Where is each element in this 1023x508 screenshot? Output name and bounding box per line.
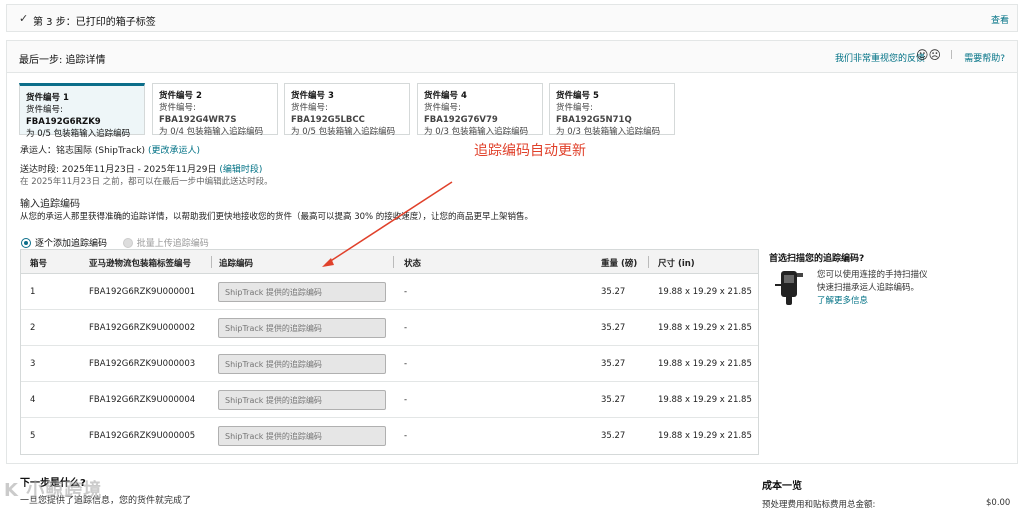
size: 19.88 x 19.29 x 21.85 (658, 323, 752, 333)
box-number: 2 (30, 323, 36, 333)
label-id: FBA192G6RZK9U000001 (89, 287, 196, 297)
shipment-id-line: 货件编号: FBA192G76V79 (424, 103, 498, 125)
table-row: 1 FBA192G6RZK9U000001 - 35.27 19.88 x 19… (21, 274, 758, 310)
header-status: 状态 (404, 259, 422, 269)
shipment-id-line: 货件编号: FBA192G5LBCC (291, 103, 365, 125)
box-number: 1 (30, 287, 36, 297)
cost-summary-title: 成本一览 (762, 481, 802, 492)
divider: | (949, 50, 953, 60)
weight: 35.27 (601, 359, 626, 369)
size: 19.88 x 19.29 x 21.85 (658, 287, 752, 297)
tracking-description: 从您的承运人那里获得准确的追踪详情，以帮助我们更快地接收您的货件（最高可以提高 … (20, 212, 534, 222)
status: - (404, 359, 408, 369)
tracking-input[interactable] (218, 282, 386, 302)
entry-mode-options: 逐个添加追踪编码 批量上传追踪编码 (21, 236, 209, 249)
shipment-status: 为 0/4 包装箱输入追踪编码 (159, 127, 264, 137)
panel-header: 最后一步: 追踪详情 我们非常重视您的反馈 ☺☹ | 需要帮助? (7, 41, 1017, 73)
scanner-text: 您可以使用连接的手持扫描仪 快速扫描承运人追踪编码。 了解更多信息 (817, 270, 928, 308)
shipment-label: 货件编号 2 (159, 91, 202, 101)
weight: 35.27 (601, 431, 626, 441)
box-number: 5 (30, 431, 36, 441)
change-carrier-link[interactable]: (更改承运人) (148, 146, 200, 156)
feedback-link[interactable]: 我们非常重视您的反馈 (835, 51, 925, 64)
radio-bulk (122, 238, 133, 248)
scanner-title: 首选扫描您的追踪编码? (769, 254, 865, 264)
tracking-input[interactable] (218, 354, 386, 374)
header-weight: 重量 (磅) (601, 259, 638, 269)
radio-individual[interactable] (21, 238, 31, 248)
label-id: FBA192G6RZK9U000005 (89, 431, 196, 441)
shipment-id-line: 货件编号: FBA192G4WR7S (159, 103, 237, 125)
shipment-label: 货件编号 1 (26, 93, 69, 103)
shipment-label: 货件编号 3 (291, 91, 334, 101)
shipment-tab-3[interactable]: 货件编号 3 货件编号: FBA192G5LBCC 为 0/5 包装箱输入追踪编… (284, 83, 410, 137)
checkmark-icon: ✓ (19, 12, 29, 25)
delivery-note: 在 2025年11月23日 之前，都可以在最后一步中编辑此送达时段。 (20, 177, 273, 187)
table-header: 箱号 亚马逊物流包装箱标签编号 追踪编码 状态 重量 (磅) 尺寸 (in) (21, 250, 758, 274)
table-row: 2 FBA192G6RZK9U000002 - 35.27 19.88 x 19… (21, 310, 758, 346)
header-divider (648, 256, 649, 268)
table-row: 5 FBA192G6RZK9U000005 - 35.27 19.88 x 19… (21, 418, 758, 454)
weight: 35.27 (601, 323, 626, 333)
weight: 35.27 (601, 287, 626, 297)
size: 19.88 x 19.29 x 21.85 (658, 359, 752, 369)
scanner-help: 首选扫描您的追踪编码? 您可以使用连接的手持扫描仪 快速扫描承运人追踪编码。 了… (769, 249, 1009, 309)
label-id: FBA192G6RZK9U000003 (89, 359, 196, 369)
tracking-title: 输入追踪编码 (20, 199, 80, 210)
learn-more-link[interactable]: 了解更多信息 (817, 295, 928, 308)
prep-fee-amount: $0.00 (986, 498, 1011, 508)
annotation-text: 追踪编码自动更新 (474, 143, 586, 159)
table-row: 3 FBA192G6RZK9U000003 - 35.27 19.88 x 19… (21, 346, 758, 382)
size: 19.88 x 19.29 x 21.85 (658, 431, 752, 441)
shipment-id-line: 货件编号: FBA192G6RZK9 (26, 105, 101, 127)
barcode-scanner-icon (775, 271, 803, 305)
header-divider (211, 256, 212, 268)
shipment-tab-4[interactable]: 货件编号 4 货件编号: FBA192G76V79 为 0/3 包装箱输入追踪编… (417, 83, 543, 137)
status: - (404, 323, 408, 333)
option-individual-label: 逐个添加追踪编码 (35, 239, 108, 249)
box-number: 3 (30, 359, 36, 369)
shipment-label: 货件编号 4 (424, 91, 467, 101)
tracking-input[interactable] (218, 426, 386, 446)
tracking-input[interactable] (218, 318, 386, 338)
step3-title: 第 3 步：已打印的箱子标签 (33, 17, 156, 28)
delivery-window-line: 送达时段: 2025年11月23日 - 2025年11月29日 (编辑时段) (20, 165, 263, 175)
feedback-faces-icon[interactable]: ☺☹ (916, 48, 941, 62)
status: - (404, 431, 408, 441)
step3-bar: ✓ 第 3 步：已打印的箱子标签 查看 (6, 4, 1018, 32)
shipment-id-line: 货件编号: FBA192G5N71Q (556, 103, 632, 125)
header-divider (393, 256, 394, 268)
prep-fee-label: 预处理费用和贴标费用总金额: (762, 500, 876, 508)
help-link[interactable]: 需要帮助? (964, 51, 1005, 64)
label-id: FBA192G6RZK9U000002 (89, 323, 196, 333)
header-box: 箱号 (30, 259, 48, 269)
option-bulk-label: 批量上传追踪编码 (136, 239, 209, 249)
shipment-tab-1[interactable]: 货件编号 1 货件编号: FBA192G6RZK9 为 0/5 包装箱输入追踪编… (19, 83, 145, 139)
edit-window-link[interactable]: (编辑时段) (219, 165, 262, 175)
header-size: 尺寸 (in) (658, 259, 695, 269)
final-step-panel: 最后一步: 追踪详情 我们非常重视您的反馈 ☺☹ | 需要帮助? 货件编号 1 … (6, 40, 1018, 464)
status: - (404, 395, 408, 405)
tracking-input[interactable] (218, 390, 386, 410)
shipment-status: 为 0/5 包装箱输入追踪编码 (26, 129, 131, 139)
status: - (404, 287, 408, 297)
shipment-tab-2[interactable]: 货件编号 2 货件编号: FBA192G4WR7S 为 0/4 包装箱输入追踪编… (152, 83, 278, 137)
carrier-line: 承运人：铭志国际 (ShipTrack) (更改承运人) (20, 146, 200, 156)
shipment-status: 为 0/5 包装箱输入追踪编码 (291, 127, 396, 137)
header-tracking: 追踪编码 (219, 259, 254, 269)
shipment-tab-5[interactable]: 货件编号 5 货件编号: FBA192G5N71Q 为 0/3 包装箱输入追踪编… (549, 83, 675, 137)
label-id: FBA192G6RZK9U000004 (89, 395, 196, 405)
shipment-status: 为 0/3 包装箱输入追踪编码 (556, 127, 661, 137)
shipment-label: 货件编号 5 (556, 91, 599, 101)
box-number: 4 (30, 395, 36, 405)
size: 19.88 x 19.29 x 21.85 (658, 395, 752, 405)
view-link[interactable]: 查看 (991, 13, 1009, 26)
panel-title: 最后一步: 追踪详情 (19, 55, 106, 66)
watermark-logo: K 小鲸跨境 (4, 480, 103, 501)
header-label-id: 亚马逊物流包装箱标签编号 (89, 259, 192, 269)
tracking-table: 箱号 亚马逊物流包装箱标签编号 追踪编码 状态 重量 (磅) 尺寸 (in) 1… (20, 249, 759, 455)
table-row: 4 FBA192G6RZK9U000004 - 35.27 19.88 x 19… (21, 382, 758, 418)
weight: 35.27 (601, 395, 626, 405)
shipment-status: 为 0/3 包装箱输入追踪编码 (424, 127, 529, 137)
